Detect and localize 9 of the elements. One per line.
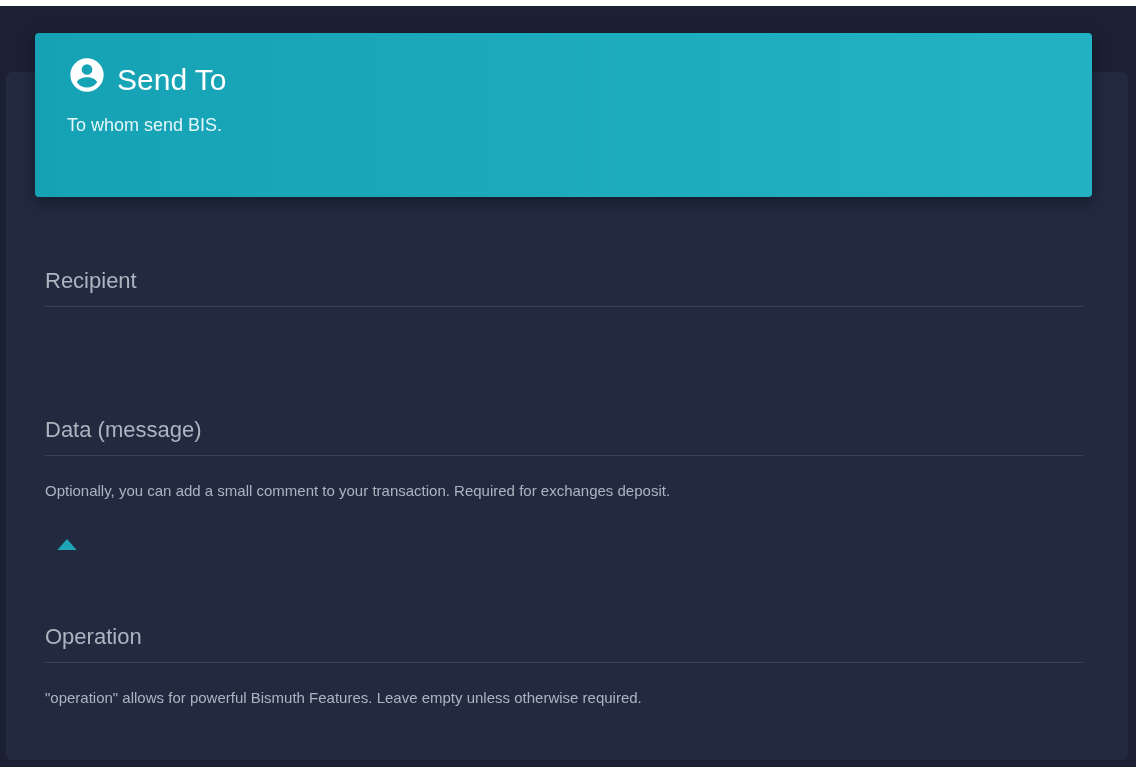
input-field[interactable]: Operation	[45, 614, 1083, 663]
card-title: Send To	[117, 63, 227, 97]
helper-text: "operation" allows for powerful Bismuth Features. Leave empty unless otherwise required.	[45, 689, 643, 706]
caret-icon[interactable]	[57, 539, 77, 550]
input-field[interactable]: Recipient	[45, 258, 1083, 307]
helper-text: Optionally, you can add a small comment to your transaction. Required for exchanges deposit.	[45, 482, 672, 499]
user-icon	[67, 55, 107, 95]
input-field[interactable]: Data (message)	[45, 407, 1083, 456]
card-subtitle: To whom send BIS.	[67, 115, 224, 136]
